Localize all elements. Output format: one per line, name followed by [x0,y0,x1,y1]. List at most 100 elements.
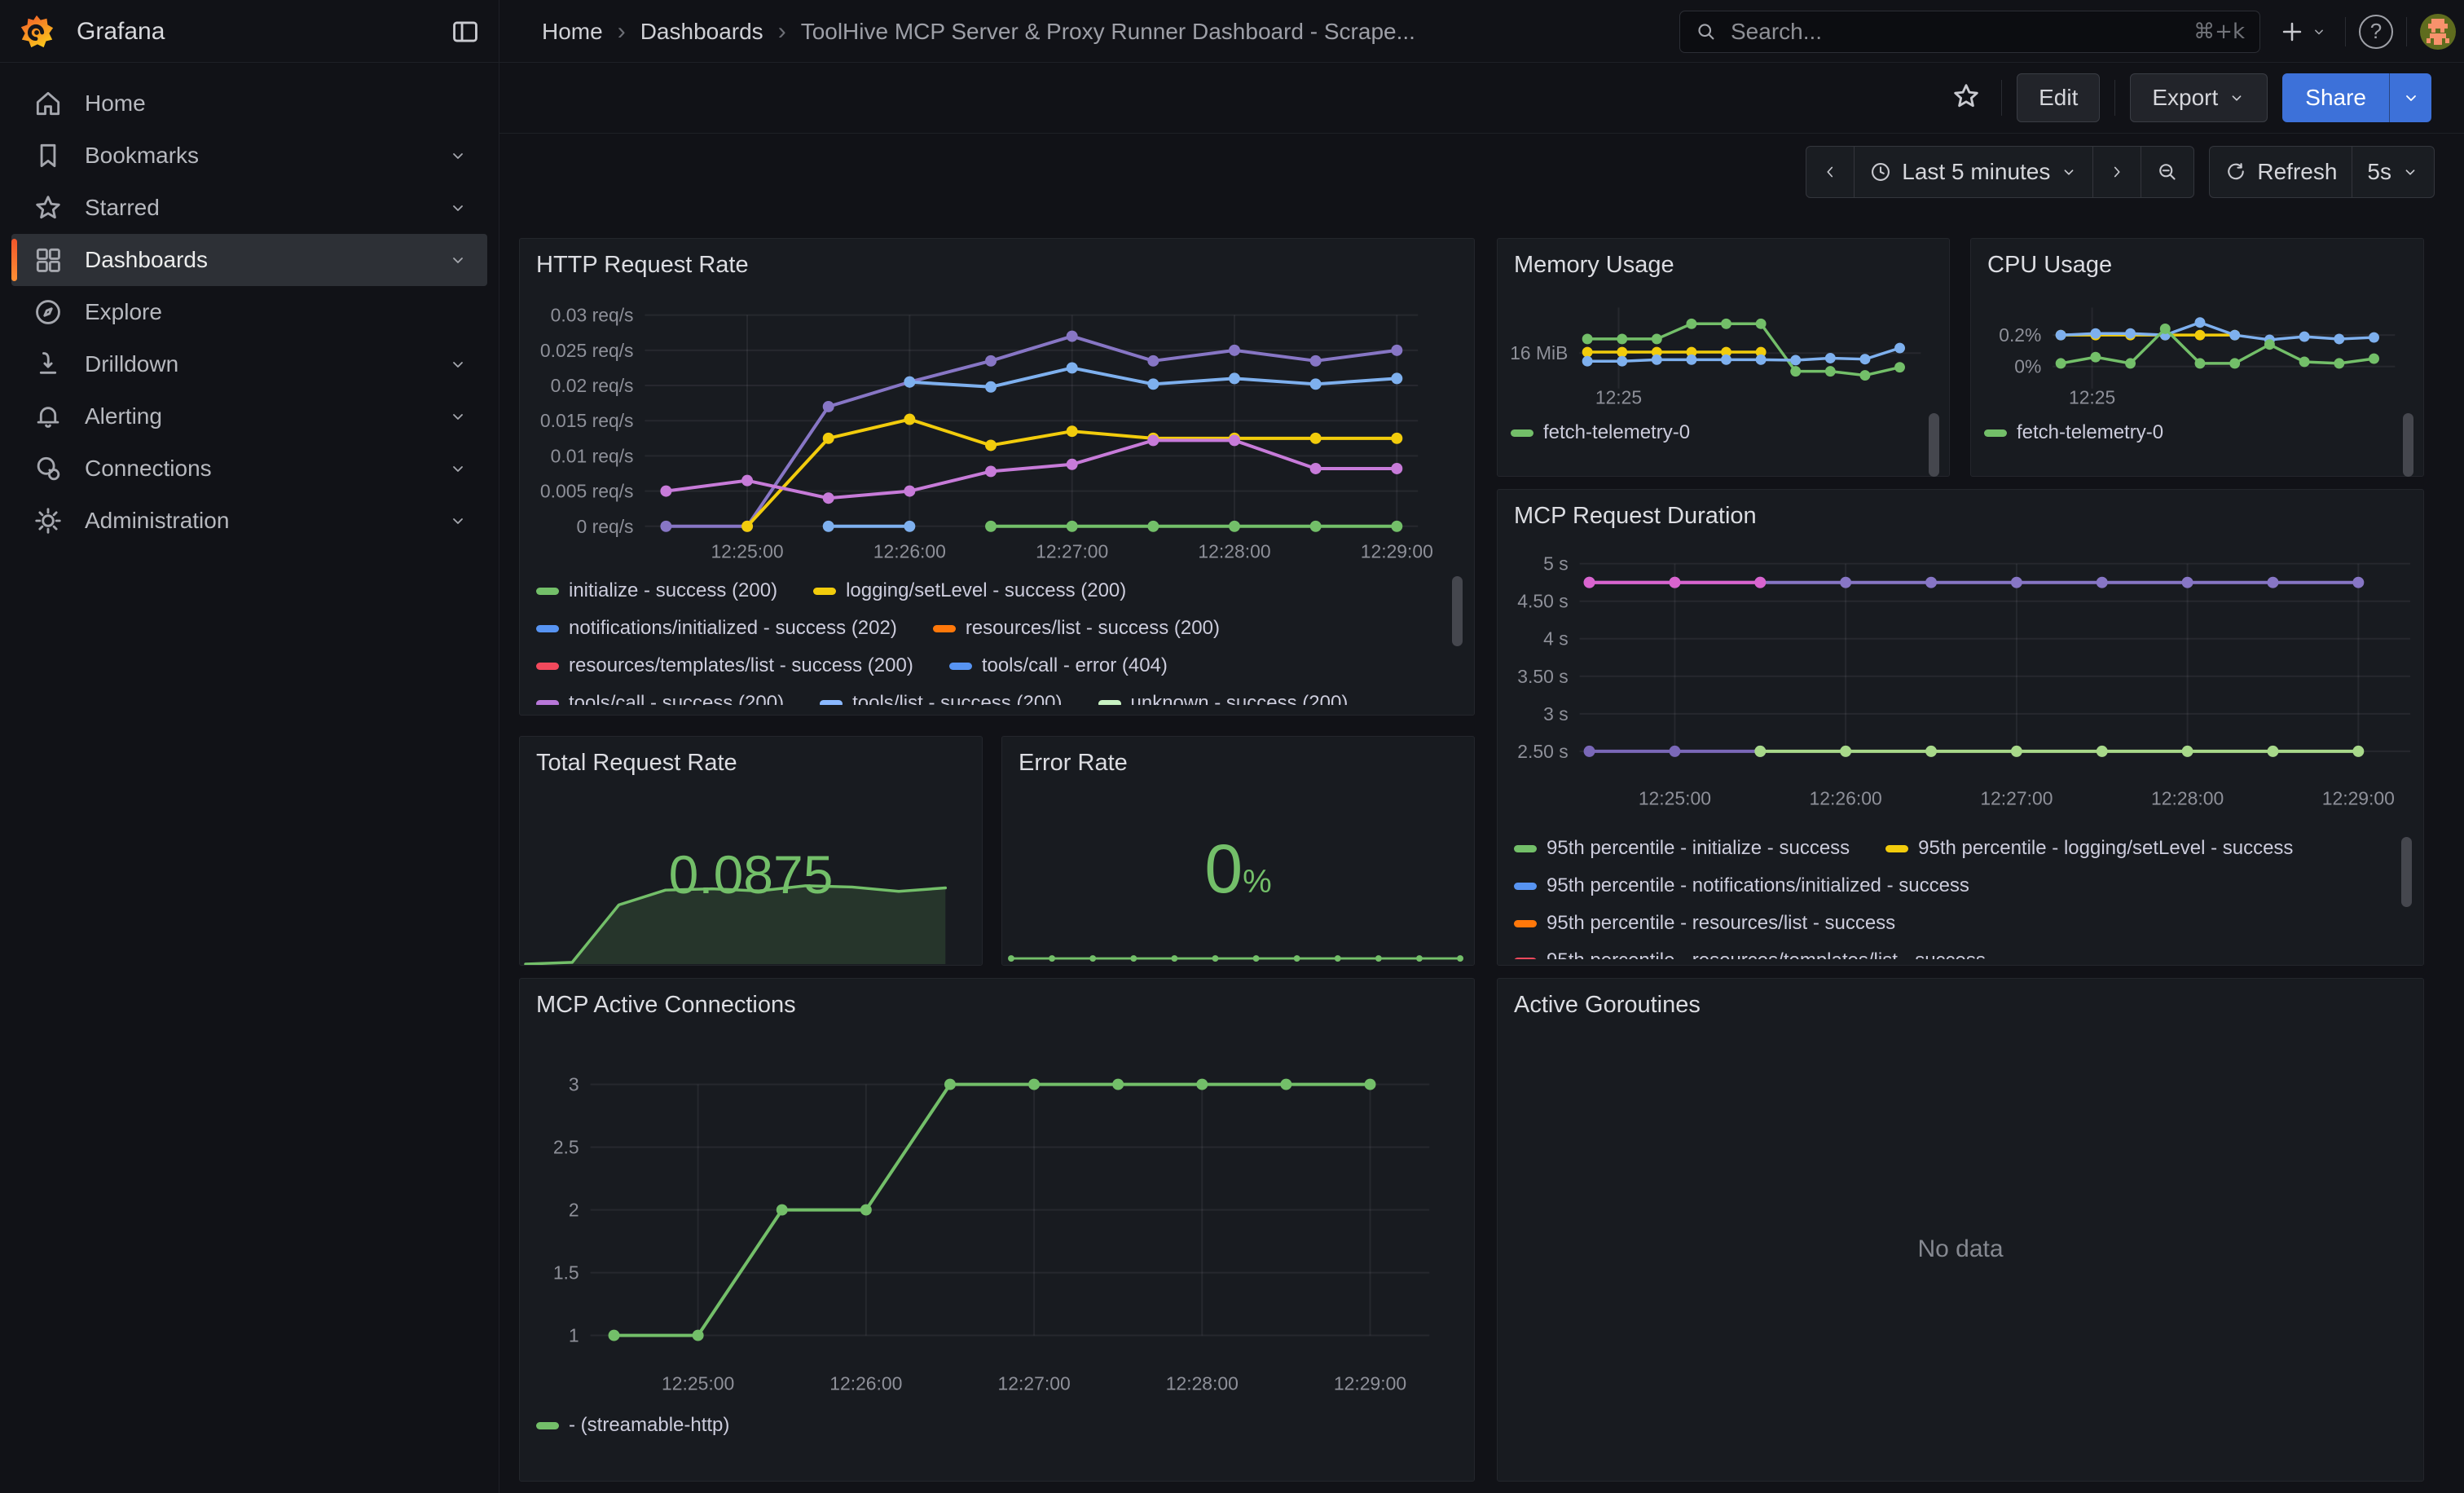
sidebar-item-connections[interactable]: Connections [11,443,487,495]
legend-label: tools/list - success (200) [852,692,1062,705]
export-button[interactable]: Export [2130,73,2268,122]
refresh-interval-picker[interactable]: 5s [2352,147,2434,197]
svg-text:12:29:00: 12:29:00 [1334,1372,1406,1394]
legend-item[interactable]: tools/list - success (200) [820,692,1062,705]
legend-item[interactable]: initialize - success (200) [536,579,777,602]
legend-row: initialize - success (200) logging/setLev… [536,578,1427,604]
breadcrumb-separator: › [778,18,786,46]
clock-icon [1869,161,1892,183]
duration-legend: 95th percentile - initialize - success 95… [1514,835,2378,959]
question-mark-icon: ? [2370,19,2382,44]
svg-text:16 MiB: 16 MiB [1510,342,1568,363]
sidebar-item-bookmarks[interactable]: Bookmarks [11,130,487,182]
legend-row: resources/templates/list - success (200)… [536,653,1427,679]
chevron-down-icon [2228,89,2246,107]
legend-label: logging/setLevel - success (200) [846,579,1126,602]
error-rate-value: 0% [1002,835,1474,903]
legend-swatch [1511,429,1533,437]
search-input[interactable] [1729,18,2182,46]
legend-item[interactable]: resources/list - success (200) [933,617,1220,640]
drilldown-icon [33,349,64,380]
time-controls-bar: Last 5 minutes Refresh 5s [499,134,2464,209]
zoom-out-icon [2156,161,2179,183]
legend-item[interactable]: tools/call - error (404) [949,654,1168,677]
legend-item[interactable]: 95th percentile - initialize - success [1514,837,1850,860]
panel-title[interactable]: Active Goroutines [1514,992,1701,1019]
legend-scrollbar[interactable] [1452,576,1463,646]
total-request-rate-value: 0.0875 [520,848,982,901]
legend-label: 95th percentile - notifications/initiali… [1547,874,1969,897]
legend-item[interactable]: 95th percentile - logging/setLevel - suc… [1885,837,2293,860]
chevron-left-icon [1821,163,1839,181]
compass-icon [33,297,64,328]
sidebar-item-starred[interactable]: Starred [11,182,487,234]
help-button[interactable]: ? [2359,15,2393,49]
legend-item[interactable]: fetch-telemetry-0 [1511,421,1690,444]
user-avatar[interactable] [2420,14,2456,50]
legend-item[interactable]: 95th percentile - resources/list - succe… [1514,912,1895,935]
legend-item[interactable]: notifications/initialized - success (202… [536,617,897,640]
legend-scrollbar[interactable] [2401,837,2412,907]
search-shortcut: ⌘+k [2193,20,2245,44]
zoom-out-button[interactable] [2141,147,2193,197]
bookmark-icon [33,140,64,171]
chevron-down-icon [448,407,468,426]
legend-swatch [933,625,956,632]
divider [2114,80,2115,116]
sidebar-item-drilldown[interactable]: Drilldown [11,338,487,390]
breadcrumb-home[interactable]: Home [542,19,603,45]
sidebar-item-home[interactable]: Home [11,77,487,130]
legend-item[interactable]: 95th percentile - notifications/initiali… [1514,874,1969,897]
chevron-down-icon [448,459,468,478]
legend-label: tools/call - success (200) [569,692,784,705]
legend-label: 95th percentile - resources/templates/li… [1547,949,1986,959]
chevron-down-icon [2060,163,2078,181]
legend-item[interactable]: resources/templates/list - success (200) [536,654,913,677]
add-new-button[interactable] [2273,13,2332,51]
legend-item[interactable]: unknown - success (200) [1098,692,1349,705]
legend-row: tools/call - success (200) tools/list - s… [536,690,1427,705]
refresh-button[interactable]: Refresh [2210,147,2352,197]
legend-scrollbar[interactable] [2403,413,2413,477]
mcp-active-connections-chart[interactable]: 11.522.5312:25:0012:26:0012:27:0012:28:0… [520,979,1474,1481]
time-shift-back-button[interactable] [1806,147,1854,197]
svg-text:2.5: 2.5 [553,1137,579,1158]
favorite-star-button[interactable] [1946,81,1987,116]
panel-mcp-request-duration: MCP Request Duration 2.50 s3 s3.50 s4 s4… [1497,489,2424,966]
legend-label: resources/templates/list - success (200) [569,654,913,677]
sidebar-item-administration[interactable]: Administration [11,495,487,547]
edit-button[interactable]: Edit [2017,73,2100,122]
legend-item[interactable]: fetch-telemetry-0 [1984,421,2163,444]
time-range-picker[interactable]: Last 5 minutes [1855,147,2092,197]
search-icon [1695,20,1718,43]
legend-row: fetch-telemetry-0 [1511,420,1918,446]
share-button[interactable]: Share [2282,73,2389,122]
share-dropdown-button[interactable] [2389,73,2431,122]
connections-icon [33,453,64,484]
panel-cpu-usage: CPU Usage 0.2%0%12:25 fetch-telemetry-0 [1970,238,2424,477]
sidebar-item-dashboards[interactable]: Dashboards [11,234,487,286]
legend-item[interactable]: 95th percentile - resources/templates/li… [1514,949,1986,959]
dashboard-toolbar: Edit Export Share [499,63,2464,134]
svg-text:0.01 req/s: 0.01 req/s [551,445,634,466]
cpu-legend: fetch-telemetry-0 [1984,420,2391,465]
legend-item[interactable]: - (streamable-http) [536,1414,729,1437]
sidebar-item-label: Administration [85,508,427,534]
sidebar-item-label: Connections [85,456,427,482]
star-icon [33,192,64,223]
share-split-button: Share [2282,73,2431,122]
search-box[interactable]: ⌘+k [1679,11,2260,53]
time-shift-forward-button[interactable] [2093,147,2141,197]
legend-swatch [1514,920,1537,927]
chevron-down-icon [448,355,468,374]
svg-text:3 s: 3 s [1543,703,1569,724]
sidebar-item-alerting[interactable]: Alerting [11,390,487,443]
sidebar-toggle-button[interactable] [450,16,481,47]
sidebar-item-explore[interactable]: Explore [11,286,487,338]
legend-item[interactable]: logging/setLevel - success (200) [813,579,1126,602]
legend-scrollbar[interactable] [1929,413,1939,477]
svg-text:12:29:00: 12:29:00 [2322,788,2395,809]
legend-label: fetch-telemetry-0 [1543,421,1690,444]
legend-item[interactable]: tools/call - success (200) [536,692,784,705]
breadcrumb-dashboards[interactable]: Dashboards [640,19,763,45]
